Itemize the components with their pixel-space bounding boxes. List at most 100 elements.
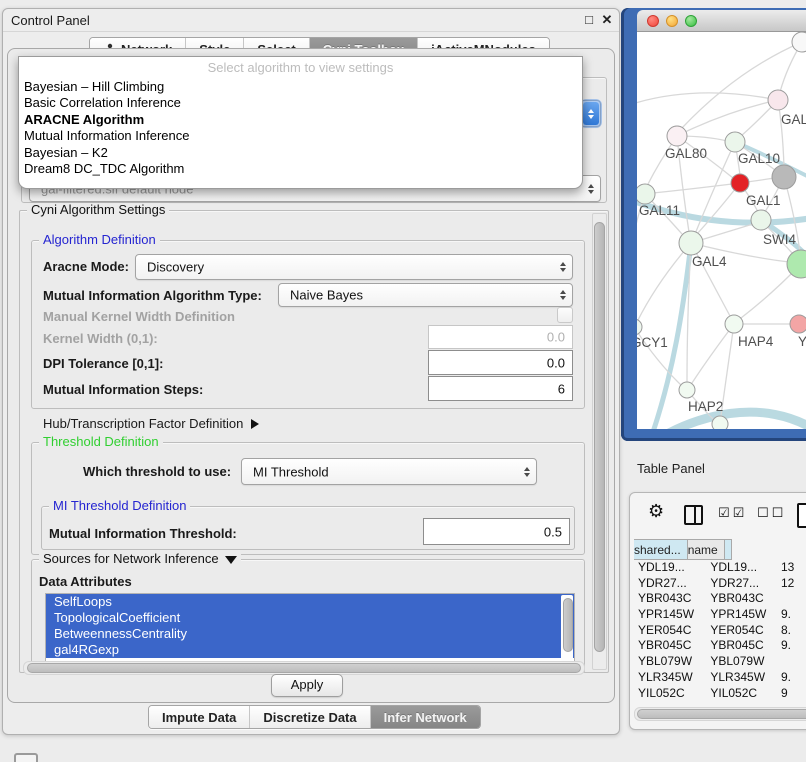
new-table-icon[interactable] [797,503,806,528]
tab-label: Discretize Data [263,710,356,725]
attribute-scrollbar-thumb[interactable] [563,598,573,652]
dropdown-item[interactable]: Basic Correlation Inference [19,95,582,111]
gear-icon[interactable]: ⚙ [648,501,664,522]
network-node[interactable] [712,416,728,429]
which-threshold-combobox[interactable]: MI Threshold [241,458,537,485]
network-node[interactable] [751,210,771,230]
threshold-definition-title: Threshold Definition [39,435,163,449]
horizontal-scrollbar-thumb[interactable] [27,663,581,673]
network-node[interactable] [792,32,806,52]
combobox-arrows-icon[interactable] [555,285,571,305]
attribute-list-item[interactable]: SelfLoops [46,594,574,610]
dock-icon[interactable] [14,753,38,762]
attribute-list-item[interactable]: gal4RGexp [46,642,574,658]
kernel-width-field[interactable]: 0.0 [428,325,573,349]
network-node-label: GAL80 [665,146,707,161]
deselect-all-checkboxes-icon[interactable]: ☐☐ [757,506,786,521]
dropdown-prompt: Select algorithm to view settings [19,57,582,79]
select-all-checkboxes-icon[interactable]: ☑☑ [718,506,747,521]
mi-steps-label: Mutual Information Steps: [43,382,203,397]
combobox-arrows-icon[interactable] [583,177,599,200]
network-node-label: SWI4 [763,232,796,247]
columns-icon[interactable] [684,505,703,525]
settings-horizontal-scrollbar[interactable] [23,661,585,675]
kernel-width-label: Kernel Width (0,1): [43,331,158,346]
manual-kernel-width-checkbox[interactable] [557,307,573,323]
attribute-list-scrollbar[interactable] [561,595,573,661]
dpi-tolerance-field[interactable]: 0.0 [428,350,573,375]
close-traffic-light-icon[interactable] [647,15,659,27]
table-row[interactable]: YBR045C YBR045C 9. [634,638,806,654]
network-node[interactable] [667,126,687,146]
network-node[interactable] [725,315,743,333]
table-column-header[interactable] [725,539,732,560]
vertical-scrollbar-thumb[interactable] [594,222,605,652]
table-body: YDL19... YDL19... 13 YDR27... YDR27... 1… [634,560,806,701]
network-node[interactable] [679,382,695,398]
mi-threshold-field[interactable]: 0.5 [423,518,570,545]
table-column-header[interactable]: name [688,539,725,560]
table-horizontal-scrollbar[interactable] [634,707,806,721]
combobox-arrows-icon[interactable] [555,256,571,278]
dropdown-item[interactable]: Bayesian – K2 [19,145,582,161]
table-row[interactable]: YIL052C YIL052C 9 [634,686,806,702]
attribute-items: SelfLoops TopologicalCoefficient Between… [46,594,574,658]
network-node-label: HAP4 [738,334,774,349]
network-node[interactable] [637,184,655,204]
expanded-arrow-icon [225,556,237,564]
sources-title[interactable]: Sources for Network Inference [39,552,241,566]
tab[interactable]: Infer Network [371,706,480,728]
table-scrollbar-thumb[interactable] [637,709,806,719]
network-node[interactable] [679,231,703,255]
tab[interactable]: Impute Data [149,706,250,728]
network-node-label: Y [798,334,806,349]
control-panel-window: Control Panel □ ✕ Network [2,8,620,735]
minimize-traffic-light-icon[interactable] [666,15,678,27]
float-window-icon[interactable]: □ [581,12,597,27]
zoom-traffic-light-icon[interactable] [685,15,697,27]
dropdown-item[interactable]: ARACNE Algorithm [19,112,582,128]
table-row[interactable]: YBL079W YBL079W [634,654,806,670]
network-node[interactable] [790,315,806,333]
window-title: Control Panel [11,13,90,28]
aracne-mode-combobox[interactable]: Discovery [135,254,573,280]
table-row[interactable]: YDR27... YDR27... 12 [634,576,806,592]
combobox-arrows-icon[interactable] [583,102,599,125]
network-canvas[interactable]: GALGAL80GAL10GAL1GAL11SWI4GAL4GCY1HAP4YH… [637,32,806,429]
algorithm-definition-title: Algorithm Definition [39,233,160,247]
network-node[interactable] [725,132,745,152]
table-row[interactable]: YBR043C YBR043C [634,591,806,607]
attribute-list-item[interactable]: TopologicalCoefficient [46,610,574,626]
network-node[interactable] [768,90,788,110]
network-node[interactable] [637,319,642,335]
control-panel-titlebar: Control Panel □ ✕ [3,9,619,32]
apply-button[interactable]: Apply [271,674,343,697]
cyni-settings-title: Cyni Algorithm Settings [27,203,169,217]
dropdown-item[interactable]: Mutual Information Inference [19,128,582,144]
network-node[interactable] [731,174,749,192]
dropdown-item[interactable]: Dream8 DC_TDC Algorithm [19,161,582,177]
kernel-width-value: 0.0 [547,330,565,345]
table-row[interactable]: YER054C YER054C 8. [634,623,806,639]
table-column-header[interactable]: shared... [634,539,688,560]
dropdown-item[interactable]: Bayesian – Hill Climbing [19,79,582,95]
network-node[interactable] [772,165,796,189]
table-row[interactable]: YPR145W YPR145W 9. [634,607,806,623]
mi-algorithm-type-combobox[interactable]: Naive Bayes [278,283,573,307]
network-node[interactable] [787,250,806,278]
network-node-label: GCY1 [637,335,668,350]
close-window-icon[interactable]: ✕ [599,12,615,28]
attribute-list-item[interactable]: BetweennessCentrality [46,626,574,642]
mi-steps-field[interactable]: 6 [428,376,573,401]
mi-threshold-label: Mutual Information Threshold: [49,526,237,541]
tab[interactable]: Discretize Data [250,706,370,728]
mi-steps-value: 6 [558,381,565,396]
combobox-arrows-icon[interactable] [519,460,535,483]
table-row[interactable]: YLR345W YLR345W 9. [634,670,806,686]
table-header-row: shared... name [634,539,806,560]
table-row[interactable]: YDL19... YDL19... 13 [634,560,806,576]
hub-definition-toggle[interactable]: Hub/Transcription Factor Definition [43,416,259,431]
node-table: shared... name YDL19... YDL19... [634,539,806,701]
settings-vertical-scrollbar[interactable] [592,213,607,670]
which-threshold-label: Which threshold to use: [83,464,231,479]
